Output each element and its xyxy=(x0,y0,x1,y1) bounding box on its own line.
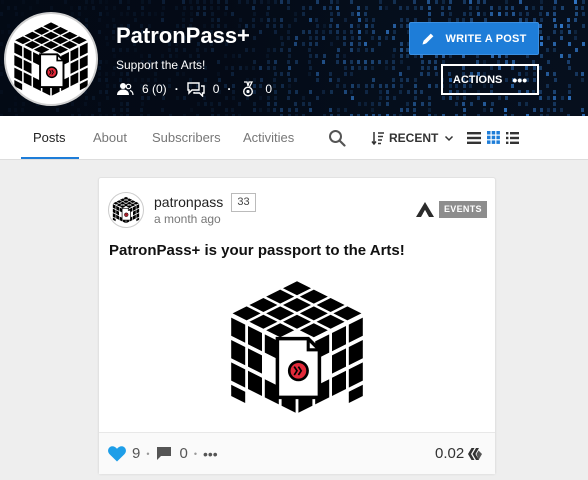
compact-list-icon[interactable] xyxy=(506,132,520,146)
community-banner: PatronPass+ Support the Arts! 6 (0) · 0 … xyxy=(0,0,588,116)
sort-label: RECENT xyxy=(389,131,439,145)
reputation-badge: 33 xyxy=(231,193,256,212)
write-post-label: WRITE A POST xyxy=(445,32,527,45)
payout-value: 0.02 xyxy=(435,445,465,462)
post-time[interactable]: a month ago xyxy=(154,212,221,226)
ellipsis-icon: ••• xyxy=(512,71,528,88)
active-tab-indicator xyxy=(21,157,79,159)
badge-count: 0 xyxy=(265,82,273,96)
community-stats: 6 (0) · 0 · 0 xyxy=(116,81,272,97)
search-icon[interactable] xyxy=(328,129,346,147)
post-title[interactable]: PatronPass+ is your passport to the Arts… xyxy=(109,242,405,259)
payout-area[interactable]: 0.02 xyxy=(435,445,483,462)
comment-count: 0 xyxy=(179,445,188,462)
sort-dropdown[interactable]: RECENT xyxy=(371,116,454,160)
chat-icon xyxy=(186,81,205,97)
separator-dot: • xyxy=(146,448,150,459)
write-post-button[interactable]: WRITE A POST xyxy=(409,22,539,55)
grid-view-icon[interactable] xyxy=(487,131,501,145)
list-view-icon[interactable] xyxy=(467,132,481,146)
post-card[interactable]: patronpass 33 a month ago EVENTS PatronP… xyxy=(98,177,496,474)
author-avatar[interactable] xyxy=(108,192,144,228)
sort-icon xyxy=(371,131,385,145)
community-title: PatronPass+ xyxy=(116,23,250,48)
ellipsis-icon[interactable]: ••• xyxy=(203,446,218,462)
chevron-down-icon xyxy=(444,133,454,143)
tab-about[interactable]: About xyxy=(93,116,127,160)
vote-area: 9 • 0 • ••• xyxy=(108,445,218,462)
comments-button[interactable]: 0 xyxy=(156,445,188,462)
heart-icon[interactable] xyxy=(108,445,126,462)
post-author[interactable]: patronpass xyxy=(154,194,223,210)
separator-dot: • xyxy=(193,448,197,459)
separator-dot: · xyxy=(174,82,179,96)
actions-button[interactable]: ACTIONS ••• xyxy=(441,64,539,95)
patronpass-logo-icon xyxy=(13,21,89,97)
community-subtitle: Support the Arts! xyxy=(116,58,206,72)
app-icon xyxy=(416,202,434,217)
post-count: 0 xyxy=(212,82,220,96)
actions-label: ACTIONS xyxy=(452,73,503,86)
category-tag[interactable]: EVENTS xyxy=(439,201,487,218)
community-avatar[interactable] xyxy=(4,12,98,106)
tab-posts[interactable]: Posts xyxy=(33,116,66,160)
post-footer: 9 • 0 • ••• 0.02 xyxy=(99,432,495,474)
post-thumbnail-image[interactable] xyxy=(227,277,367,431)
tab-activities[interactable]: Activities xyxy=(243,116,294,160)
hive-icon xyxy=(468,447,483,461)
medal-icon xyxy=(239,81,257,97)
subscriber-count[interactable]: 6 (0) xyxy=(142,82,167,96)
separator-dot: · xyxy=(227,82,232,96)
users-icon xyxy=(116,81,134,97)
vote-count[interactable]: 9 xyxy=(132,445,140,462)
community-tabbar: Posts About Subscribers Activities RECEN… xyxy=(0,116,588,160)
tab-subscribers[interactable]: Subscribers xyxy=(152,116,221,160)
pen-icon xyxy=(421,32,435,46)
comment-icon xyxy=(156,446,172,461)
patronpass-logo-icon xyxy=(112,196,140,224)
